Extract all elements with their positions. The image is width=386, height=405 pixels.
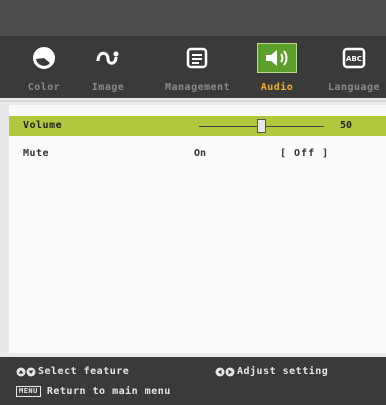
tab-label: Audio <box>260 82 294 93</box>
select-hint-text: Select feature <box>38 366 130 377</box>
title-bar <box>0 0 386 36</box>
left-right-arrows-icon <box>215 367 235 376</box>
management-icon <box>182 43 212 73</box>
select-hint: Select feature <box>16 366 129 377</box>
adjust-hint-text: Adjust setting <box>237 366 329 377</box>
volume-row[interactable]: Volume 50 <box>9 116 386 136</box>
tab-label: Language <box>327 82 381 93</box>
volume-value: 50 <box>340 120 353 131</box>
tab-management[interactable]: Management <box>165 36 231 98</box>
osd-menu: Color Image Management Audio ABC Languag… <box>0 0 386 405</box>
tab-color[interactable]: Color <box>12 36 76 98</box>
tab-label: Image <box>91 82 125 93</box>
return-hint-text: Return to main menu <box>46 386 171 397</box>
language-icon-text: ABC <box>346 55 362 63</box>
color-icon <box>29 43 59 73</box>
footer-help: Select feature Adjust setting MENU Retur… <box>0 357 386 405</box>
menu-key-icon: MENU <box>16 386 41 397</box>
volume-label: Volume <box>23 120 63 131</box>
tab-language[interactable]: ABC Language <box>322 36 386 98</box>
volume-slider-knob[interactable] <box>257 119 266 133</box>
settings-panel: Volume 50 Mute On [ Off ] <box>9 105 386 353</box>
up-down-arrows-icon <box>16 367 36 376</box>
mute-row[interactable]: Mute On [ Off ] <box>9 144 386 164</box>
tab-audio[interactable]: Audio <box>245 36 309 98</box>
language-icon: ABC <box>339 43 369 73</box>
tab-label: Color <box>27 82 61 93</box>
mute-option-on[interactable]: On <box>194 148 206 159</box>
mute-label: Mute <box>23 148 50 159</box>
mute-option-off[interactable]: [ Off ] <box>280 148 329 159</box>
return-hint: MENU Return to main menu <box>16 386 171 397</box>
tab-image[interactable]: Image <box>76 36 140 98</box>
adjust-hint: Adjust setting <box>215 366 328 377</box>
tab-bar: Color Image Management Audio ABC Languag… <box>0 36 386 98</box>
audio-icon <box>257 43 297 73</box>
divider <box>0 100 386 102</box>
image-icon <box>93 43 123 73</box>
tab-label: Management <box>165 82 231 93</box>
